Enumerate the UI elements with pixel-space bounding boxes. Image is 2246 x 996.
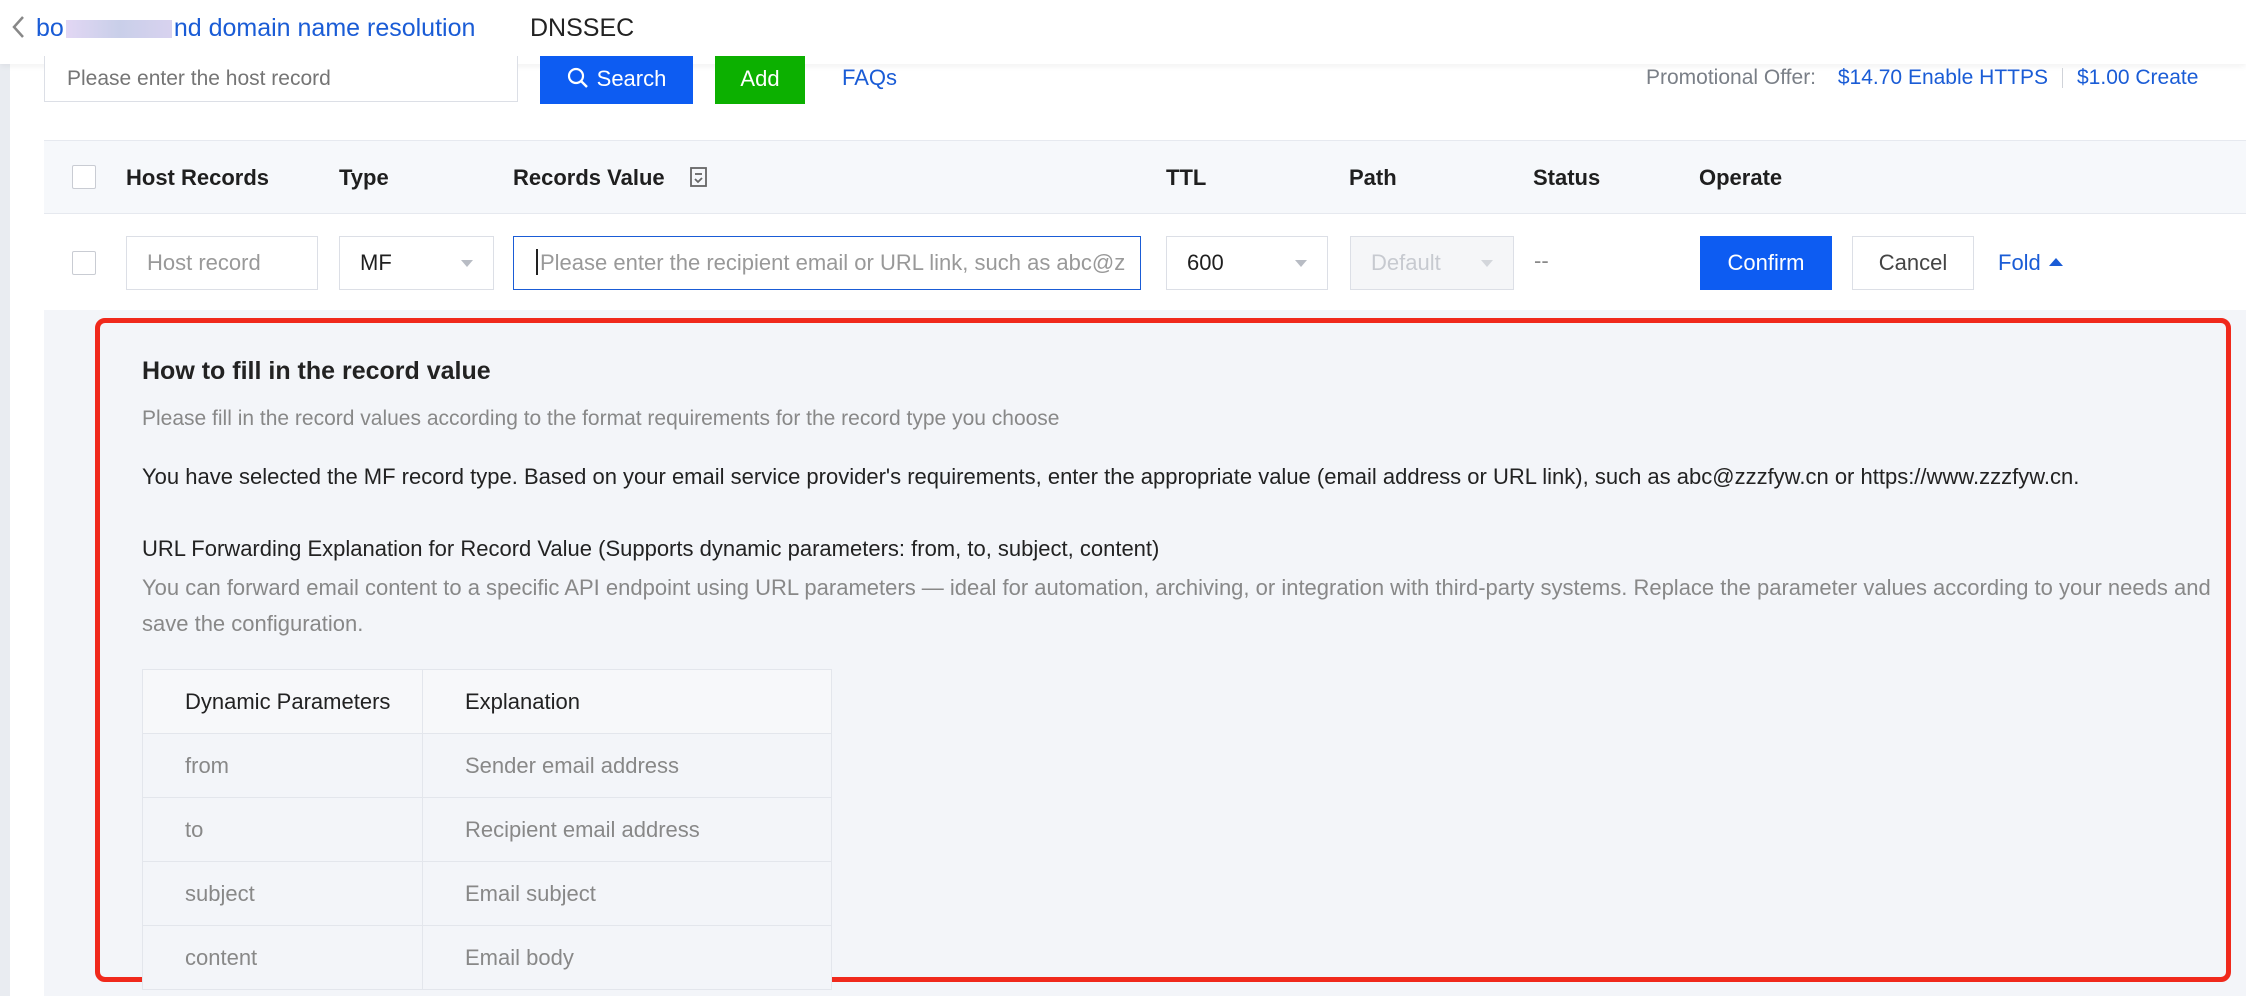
param-name: subject	[142, 861, 423, 926]
tab-domain-suffix: nd domain name resolution	[173, 14, 476, 42]
fold-toggle[interactable]: Fold	[1998, 248, 2063, 278]
tab-domain-resolution[interactable]: bo nd domain name resolution	[36, 10, 475, 46]
chevron-down-icon	[1481, 260, 1493, 267]
add-button[interactable]: Add	[715, 56, 805, 104]
table-header: Host Records Type Records Value TTL Path…	[44, 140, 2246, 214]
promo-label: Promotional Offer:	[1646, 66, 1817, 89]
tab-domain-prefix: bo	[36, 14, 64, 42]
chevron-left-icon[interactable]	[8, 14, 30, 40]
help-subtitle: Please fill in the record values accordi…	[142, 407, 1060, 430]
url-forwarding-heading: URL Forwarding Explanation for Record Va…	[142, 536, 1160, 561]
cancel-button[interactable]: Cancel	[1852, 236, 1974, 290]
type-select-value: MF	[360, 250, 392, 275]
col-records-value: Records Value	[513, 163, 709, 193]
chevron-down-icon	[1295, 260, 1307, 267]
tab-dnssec[interactable]: DNSSEC	[530, 10, 634, 46]
blurred-domain	[65, 20, 172, 39]
tab-bar: bo nd domain name resolution DNSSEC	[0, 0, 2246, 64]
copy-format-icon[interactable]	[689, 166, 709, 188]
dynamic-params-table: Dynamic Parameters Explanation from Send…	[142, 669, 832, 990]
param-desc: Recipient email address	[422, 797, 832, 862]
caret-up-icon	[2048, 258, 2063, 267]
row-checkbox[interactable]	[72, 251, 96, 275]
param-name: content	[142, 925, 423, 990]
help-title: How to fill in the record value	[142, 357, 491, 385]
col-records-value-label: Records Value	[513, 165, 665, 190]
col-operate: Operate	[1699, 165, 1783, 190]
confirm-button[interactable]: Confirm	[1700, 236, 1832, 290]
left-edge-bar	[0, 0, 10, 996]
records-value-placeholder: Please enter the recipient email or URL …	[540, 250, 1126, 275]
param-desc: Sender email address	[422, 733, 832, 798]
table-row: subject Email subject	[142, 861, 832, 926]
col-ttl: TTL	[1166, 165, 1207, 190]
table-row: content Email body	[142, 925, 832, 990]
param-name: to	[142, 797, 423, 862]
type-select[interactable]: MF	[339, 236, 494, 290]
path-select[interactable]: Default	[1350, 236, 1514, 290]
table-row: from Sender email address	[142, 733, 832, 798]
table-row: to Recipient email address	[142, 797, 832, 862]
col-status: Status	[1533, 165, 1601, 190]
path-select-value: Default	[1371, 250, 1441, 275]
edit-record-row: Host record MF Please enter the recipien…	[44, 214, 2246, 310]
fold-label: Fold	[1998, 250, 2041, 275]
param-table-header: Dynamic Parameters Explanation	[142, 669, 832, 734]
help-selected-type-text: You have selected the MF record type. Ba…	[142, 464, 2080, 489]
promo-https-link[interactable]: $14.70 Enable HTTPS	[1838, 66, 2048, 89]
search-icon	[567, 68, 588, 89]
host-record-input[interactable]: Host record	[126, 236, 318, 290]
search-button-label: Search	[596, 66, 667, 91]
param-col-header: Dynamic Parameters	[142, 669, 423, 734]
param-desc: Email subject	[422, 861, 832, 926]
search-button[interactable]: Search	[540, 56, 693, 104]
faqs-link[interactable]: FAQs	[842, 62, 897, 94]
text-cursor	[536, 249, 538, 276]
promo-bar: Promotional Offer: $14.70 Enable HTTPS $1…	[1646, 62, 2198, 94]
chevron-down-icon	[461, 260, 473, 267]
col-path: Path	[1349, 165, 1397, 190]
param-name: from	[142, 733, 423, 798]
ttl-select[interactable]: 600	[1166, 236, 1328, 290]
search-input[interactable]	[44, 56, 518, 102]
col-host-records: Host Records	[126, 165, 270, 190]
url-forwarding-description: You can forward email content to a speci…	[142, 575, 2211, 636]
param-desc: Email body	[422, 925, 832, 990]
status-value: --	[1534, 248, 1549, 273]
ttl-select-value: 600	[1187, 250, 1224, 275]
promo-create-link[interactable]: $1.00 Create	[2077, 66, 2198, 89]
col-type: Type	[339, 165, 389, 190]
explanation-col-header: Explanation	[422, 669, 832, 734]
select-all-checkbox[interactable]	[72, 165, 96, 189]
promo-divider	[2062, 68, 2063, 89]
records-value-input[interactable]: Please enter the recipient email or URL …	[513, 236, 1141, 290]
